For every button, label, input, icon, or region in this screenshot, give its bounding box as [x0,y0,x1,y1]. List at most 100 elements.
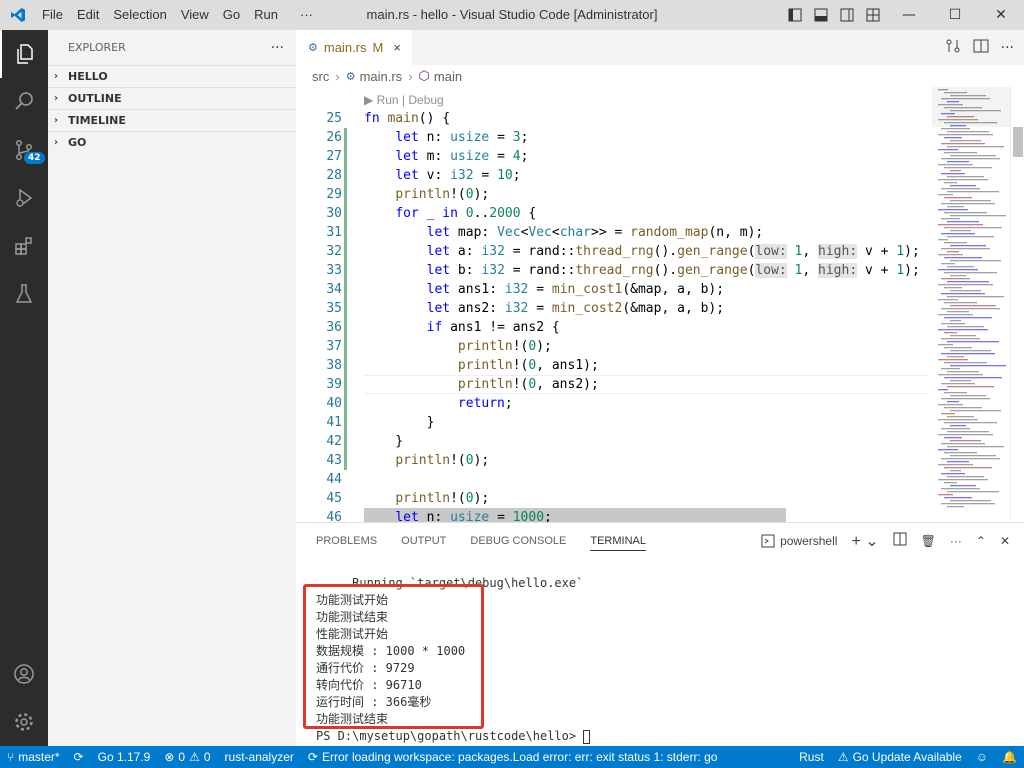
tab-close-icon[interactable]: × [393,40,401,55]
source-control-icon[interactable]: 42 [0,126,48,174]
code-line[interactable]: 45 println!(0); [296,489,928,508]
close-panel-icon[interactable]: ✕ [1000,534,1010,548]
chevron-right-icon: › [54,71,68,82]
branch-status[interactable]: ⑂ master* [0,750,67,764]
code-line[interactable]: 40 return; [296,394,928,413]
code-text: let m: usize = 4; [364,147,528,166]
more-actions-icon[interactable]: ··· [950,534,962,548]
code-text: println!(0); [364,489,489,508]
minimize-button[interactable]: — [886,0,932,30]
scrollbar-thumb[interactable] [1013,127,1023,157]
code-editor[interactable]: ▶ Run | Debug 25 fn main() {26 let n: usi… [296,87,1024,522]
minimap-slider[interactable] [932,87,1010,127]
code-text: let n: usize = 3; [364,128,528,147]
git-modified-gutter [344,432,347,451]
codelens-run-debug[interactable]: ▶ Run | Debug [364,93,444,107]
git-modified-gutter [344,375,347,394]
section-hello[interactable]: › HELLO [48,65,296,87]
git-modified-gutter [344,318,347,337]
git-modified-gutter [344,242,347,261]
close-window-button[interactable]: ✕ [978,0,1024,30]
problems-status[interactable]: ⊗ 0 ⚠ 0 [157,750,217,764]
code-text: println!(0); [364,185,489,204]
section-timeline[interactable]: › TIMELINE [48,109,296,131]
editor-tabs-bar: ⚙ main.rs M × ··· [296,30,1024,65]
kill-terminal-icon[interactable]: 🗑 [921,534,936,548]
toggle-primary-sidebar-icon[interactable] [782,0,808,30]
panel-tab-output[interactable]: OUTPUT [401,535,446,547]
code-line[interactable]: 28 let v: i32 = 10; [296,166,928,185]
menu-run[interactable]: Run [247,0,285,30]
code-line[interactable]: 34 let ans1: i32 = min_cost1(&map, a, b)… [296,280,928,299]
toggle-secondary-sidebar-icon[interactable] [834,0,860,30]
extensions-icon[interactable] [0,222,48,270]
code-line[interactable]: 32 let a: i32 = rand::thread_rng().gen_r… [296,242,928,261]
code-line[interactable]: 36 if ans1 != ans2 { [296,318,928,337]
search-icon[interactable] [0,78,48,126]
tab-modified-indicator: M [373,40,384,55]
code-text: println!(0, ans2); [364,375,599,394]
code-line[interactable]: 33 let b: i32 = rand::thread_rng().gen_r… [296,261,928,280]
menu-file[interactable]: File [35,0,70,30]
code-line[interactable]: 42 } [296,432,928,451]
panel-tab-terminal[interactable]: TERMINAL [590,535,646,551]
code-line[interactable]: 30 for _ in 0..2000 { [296,204,928,223]
code-line[interactable]: 41 } [296,413,928,432]
more-actions-icon[interactable]: ··· [1001,40,1014,56]
go-version[interactable]: Go 1.17.9 [91,750,158,764]
code-line[interactable]: 38 println!(0, ans1); [296,356,928,375]
explorer-icon[interactable] [0,30,48,78]
section-outline[interactable]: › OUTLINE [48,87,296,109]
testing-flask-icon[interactable] [0,270,48,318]
split-terminal-icon[interactable] [893,532,907,549]
error-count: 0 [178,750,185,764]
editor-scrollbar[interactable] [1010,87,1024,522]
toggle-panel-icon[interactable] [808,0,834,30]
code-line[interactable]: 44 [296,470,928,489]
panel-tab-problems[interactable]: PROBLEMS [316,535,377,547]
notifications-bell-icon[interactable]: 🔔 [995,750,1024,764]
code-line[interactable]: 39 println!(0, ans2); [296,375,928,394]
breadcrumb-symbol[interactable]: main [434,69,462,84]
breadcrumb-folder[interactable]: src [312,69,329,84]
menu-edit[interactable]: Edit [70,0,106,30]
code-line[interactable]: 43 println!(0); [296,451,928,470]
new-terminal-icon[interactable]: + ⌄ [851,531,878,551]
sidebar-more-actions[interactable]: ··· [271,40,284,56]
line-number: 45 [296,489,342,508]
tab-main-rs[interactable]: ⚙ main.rs M × [296,30,412,65]
menu-selection[interactable]: Selection [106,0,173,30]
panel-tab-debug-console[interactable]: DEBUG CONSOLE [470,535,566,547]
code-line[interactable]: 27 let m: usize = 4; [296,147,928,166]
open-changes-icon[interactable] [945,38,961,58]
run-debug-icon[interactable] [0,174,48,222]
minimap[interactable] [932,87,1010,522]
settings-gear-icon[interactable] [0,698,48,746]
code-line[interactable]: 26 let n: usize = 3; [296,128,928,147]
code-line[interactable]: 25 fn main() { [296,109,928,128]
maximize-button[interactable]: ☐ [932,0,978,30]
menu-go[interactable]: Go [216,0,247,30]
maximize-panel-icon[interactable]: ⌃ [976,534,986,548]
section-label: TIMELINE [68,114,126,127]
rust-analyzer-status[interactable]: rust-analyzer [218,750,301,764]
git-modified-gutter [344,280,347,299]
language-mode[interactable]: Rust [792,750,831,764]
split-editor-icon[interactable] [973,38,989,58]
menu-more[interactable]: ··· [293,0,320,30]
customize-layout-icon[interactable] [860,0,886,30]
breadcrumb-file[interactable]: main.rs [360,69,403,84]
code-line[interactable]: 35 let ans2: i32 = min_cost2(&map, a, b)… [296,299,928,318]
section-go[interactable]: › GO [48,131,296,153]
terminal-shell-selector[interactable]: powershell [761,534,837,548]
workspace-error[interactable]: ⟳ Error loading workspace: packages.Load … [301,750,721,764]
sync-icon[interactable]: ⟳ [67,750,91,764]
accounts-icon[interactable] [0,650,48,698]
code-line[interactable]: 37 println!(0); [296,337,928,356]
feedback-icon[interactable]: ☺ [969,750,995,764]
code-line[interactable]: 46 let n: usize = 1000; [296,508,928,522]
menu-view[interactable]: View [174,0,216,30]
code-line[interactable]: 29 println!(0); [296,185,928,204]
code-line[interactable]: 31 let map: Vec<Vec<char>> = random_map(… [296,223,928,242]
go-update[interactable]: ⚠ Go Update Available [831,750,969,764]
